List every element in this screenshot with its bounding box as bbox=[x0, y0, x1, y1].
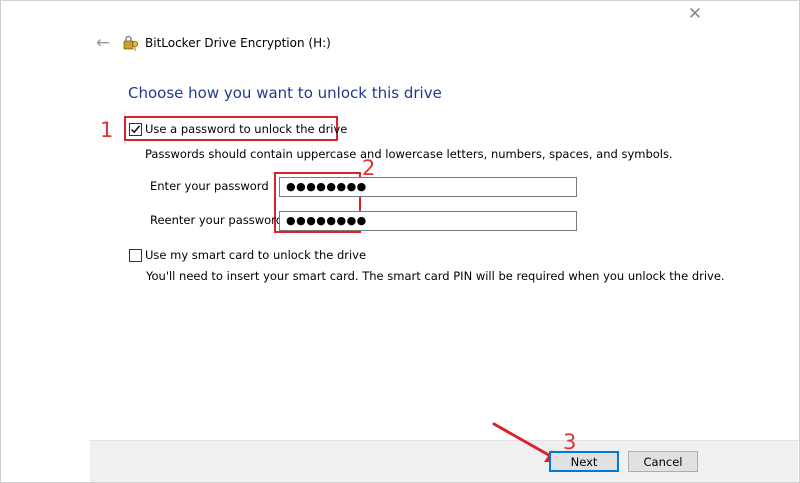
close-icon[interactable]: ✕ bbox=[684, 3, 706, 25]
password-checkbox[interactable] bbox=[129, 123, 142, 136]
smartcard-option-label[interactable]: Use my smart card to unlock the drive bbox=[145, 248, 366, 262]
smartcard-checkbox[interactable] bbox=[129, 249, 142, 262]
page-heading: Choose how you want to unlock this drive bbox=[128, 84, 442, 102]
step-2-number: 2 bbox=[362, 156, 376, 180]
bitlocker-key-icon bbox=[123, 35, 140, 56]
smartcard-hint: You'll need to insert your smart card. T… bbox=[146, 269, 725, 283]
next-button[interactable]: Next bbox=[549, 451, 619, 472]
back-arrow-icon[interactable]: ← bbox=[93, 33, 113, 53]
cancel-button[interactable]: Cancel bbox=[628, 451, 698, 472]
enter-password-label: Enter your password bbox=[150, 179, 269, 193]
bitlocker-window bbox=[0, 0, 800, 483]
step-1-number: 1 bbox=[100, 118, 114, 142]
reenter-password-label: Reenter your password bbox=[150, 213, 283, 227]
window-title: BitLocker Drive Encryption (H:) bbox=[145, 36, 331, 50]
password-option-label[interactable]: Use a password to unlock the drive bbox=[145, 122, 347, 136]
password-hint: Passwords should contain uppercase and l… bbox=[145, 147, 673, 161]
enter-password-input[interactable]: ●●●●●●●● bbox=[279, 177, 577, 197]
reenter-password-input[interactable]: ●●●●●●●● bbox=[279, 211, 577, 231]
